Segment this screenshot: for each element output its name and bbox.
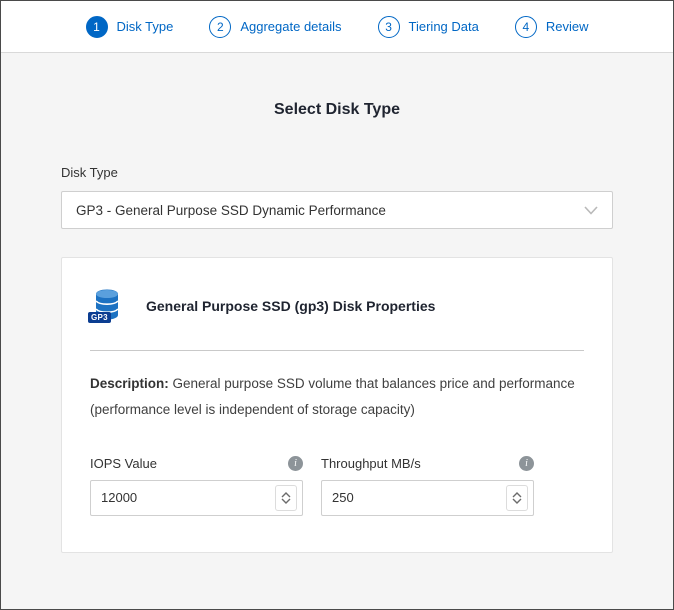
iops-stepper[interactable] [275, 485, 297, 511]
chevron-down-icon [584, 206, 598, 215]
chevron-down-icon [281, 498, 291, 504]
info-icon[interactable]: i [519, 456, 534, 471]
throughput-field-header: Throughput MB/s i [321, 456, 534, 471]
card-divider [90, 350, 584, 351]
card-header: GP3 General Purpose SSD (gp3) Disk Prope… [90, 288, 584, 324]
iops-input-wrap [90, 480, 303, 516]
step-number-badge: 1 [86, 16, 108, 38]
step-review[interactable]: 4 Review [515, 16, 589, 38]
iops-field: IOPS Value i [90, 456, 303, 516]
throughput-stepper[interactable] [506, 485, 528, 511]
step-label: Tiering Data [409, 19, 479, 34]
throughput-field: Throughput MB/s i [321, 456, 534, 516]
step-label: Disk Type [117, 19, 174, 34]
step-label: Aggregate details [240, 19, 341, 34]
step-tiering-data[interactable]: 3 Tiering Data [378, 16, 479, 38]
iops-field-header: IOPS Value i [90, 456, 303, 471]
step-number-badge: 3 [378, 16, 400, 38]
description-text: Description: General purpose SSD volume … [90, 371, 584, 424]
step-number-badge: 2 [209, 16, 231, 38]
performance-fields-row: IOPS Value i Throughput MB/s i [90, 456, 584, 516]
main-content: Select Disk Type Disk Type GP3 - General… [1, 101, 673, 553]
throughput-input[interactable] [322, 490, 506, 505]
disk-type-selected-value: GP3 - General Purpose SSD Dynamic Perfor… [76, 203, 386, 218]
step-aggregate-details[interactable]: 2 Aggregate details [209, 16, 341, 38]
throughput-label: Throughput MB/s [321, 456, 421, 471]
page-title: Select Disk Type [61, 101, 613, 119]
throughput-input-wrap [321, 480, 534, 516]
step-label: Review [546, 19, 589, 34]
gp3-disk-icon: GP3 [90, 288, 128, 324]
wizard-page: 1 Disk Type 2 Aggregate details 3 Tierin… [0, 0, 674, 610]
description-label: Description: [90, 376, 169, 391]
disk-properties-card: GP3 General Purpose SSD (gp3) Disk Prope… [61, 257, 613, 553]
info-icon[interactable]: i [288, 456, 303, 471]
step-disk-type[interactable]: 1 Disk Type [86, 16, 174, 38]
step-number-badge: 4 [515, 16, 537, 38]
disk-type-label: Disk Type [61, 165, 613, 180]
chevron-down-icon [512, 498, 522, 504]
gp3-badge-label: GP3 [88, 312, 111, 323]
wizard-steps-bar: 1 Disk Type 2 Aggregate details 3 Tierin… [1, 1, 673, 53]
iops-input[interactable] [91, 490, 275, 505]
iops-label: IOPS Value [90, 456, 157, 471]
card-title: General Purpose SSD (gp3) Disk Propertie… [146, 298, 435, 314]
disk-type-select[interactable]: GP3 - General Purpose SSD Dynamic Perfor… [61, 191, 613, 229]
